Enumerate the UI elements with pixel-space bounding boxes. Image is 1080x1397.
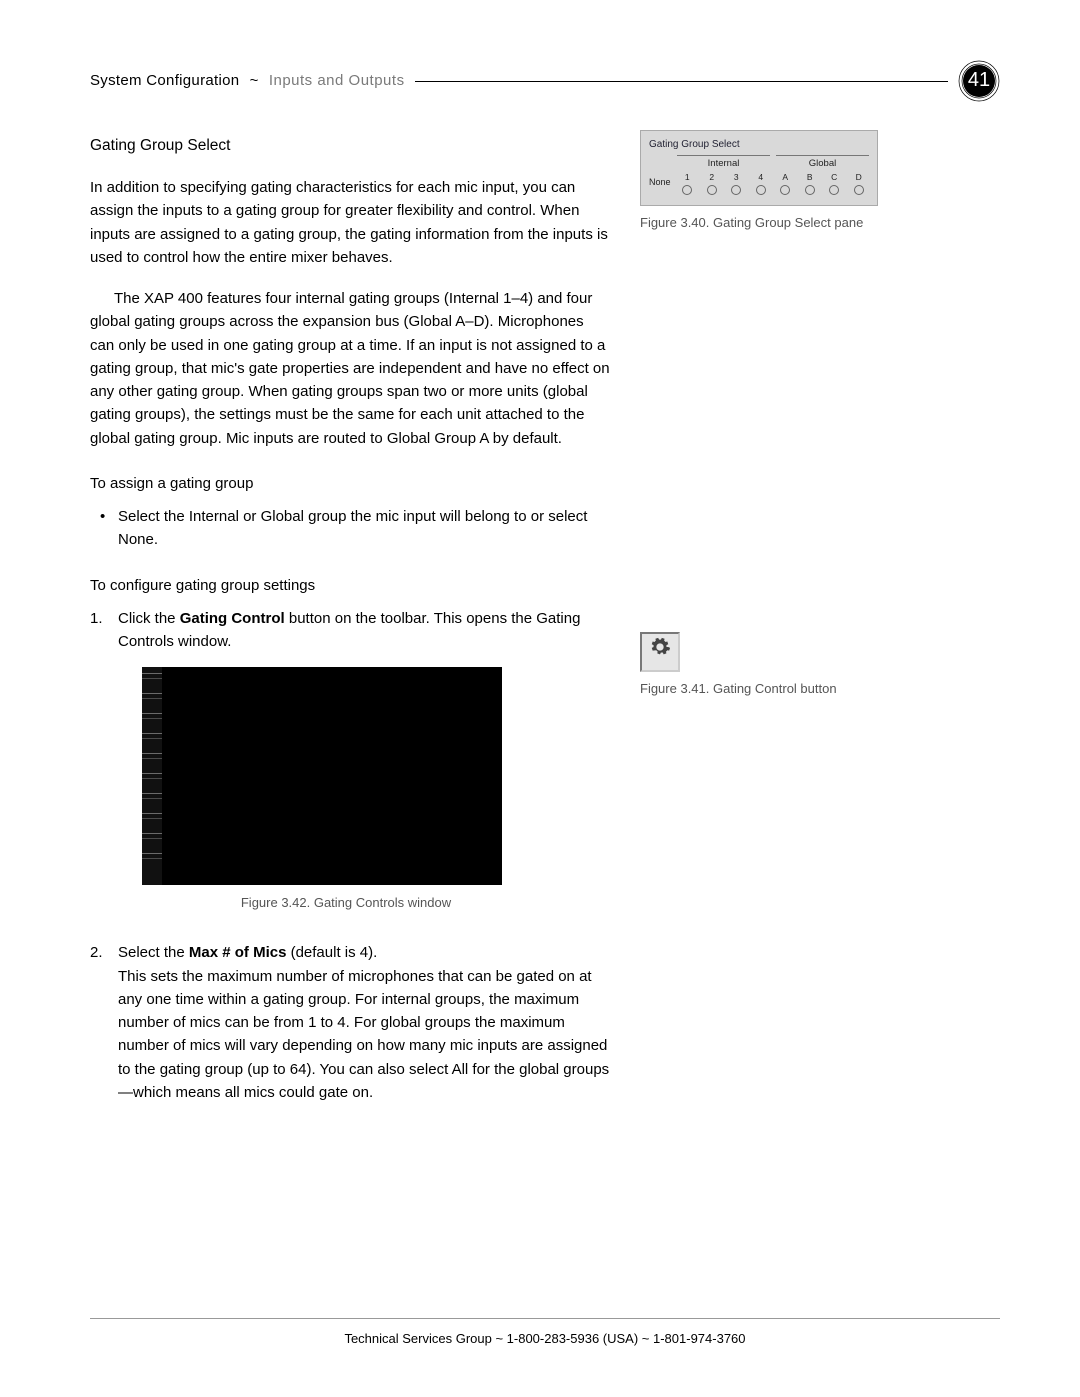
heading-assign: To assign a gating group (90, 472, 610, 495)
aside-column: Gating Group Select Internal Global None… (640, 130, 900, 1122)
paragraph-features: The XAP 400 features four internal gatin… (90, 287, 610, 450)
ggs-option-label: 2 (709, 171, 714, 184)
ggs-option[interactable]: C (824, 171, 845, 195)
page-number-badge: 41 (958, 60, 1000, 102)
ggs-option[interactable]: 1 (677, 171, 698, 195)
page-number: 41 (968, 65, 990, 96)
header-rule (415, 81, 948, 82)
heading-gating-group-select: Gating Group Select (90, 134, 610, 158)
page-footer: Technical Services Group ~ 1-800-283-593… (90, 1318, 1000, 1349)
figure-3-41: Figure 3.41. Gating Control button (640, 632, 900, 698)
gutter-tick (142, 853, 162, 859)
figure-3-40: Gating Group Select Internal Global None… (640, 130, 900, 232)
gear-icon (649, 636, 671, 668)
page: System Configuration ~ Inputs and Output… (0, 0, 1080, 1397)
ggs-header-internal: Internal (677, 155, 770, 172)
page-header: System Configuration ~ Inputs and Output… (90, 60, 1000, 102)
radio-icon (805, 185, 815, 195)
ggs-option[interactable]: D (849, 171, 870, 195)
ggs-option-label: D (856, 171, 862, 184)
breadcrumb: System Configuration ~ Inputs and Output… (90, 69, 405, 92)
figure-3-40-caption: Figure 3.40. Gating Group Select pane (640, 214, 900, 232)
ggs-option-label: C (831, 171, 837, 184)
gutter-tick (142, 693, 162, 699)
step-2-text-b: (default is 4). (286, 944, 377, 961)
gutter-tick (142, 833, 162, 839)
step-1-text-a: Click the (118, 610, 180, 627)
radio-icon (829, 185, 839, 195)
breadcrumb-sep: ~ (244, 72, 265, 89)
gutter-tick (142, 733, 162, 739)
main-column: Gating Group Select In addition to speci… (90, 130, 610, 1122)
gutter-tick (142, 673, 162, 679)
step-2-description: This sets the maximum number of micropho… (118, 965, 610, 1105)
radio-icon (756, 185, 766, 195)
aside-spacer (640, 262, 900, 632)
figure-3-42-caption: Figure 3.42. Gating Controls window (142, 893, 550, 913)
heading-configure: To configure gating group settings (90, 574, 610, 597)
ggs-option-label: B (807, 171, 813, 184)
ggs-option-label: 1 (685, 171, 690, 184)
ggs-option[interactable]: 4 (751, 171, 772, 195)
gutter-tick (142, 753, 162, 759)
ggs-option-label: 3 (734, 171, 739, 184)
breadcrumb-chapter: System Configuration (90, 72, 239, 89)
radio-icon (854, 185, 864, 195)
ggs-option[interactable]: A (775, 171, 796, 195)
gating-controls-gutter (142, 667, 162, 885)
gating-group-select-pane: Gating Group Select Internal Global None… (640, 130, 878, 206)
step-1: Click the Gating Control button on the t… (118, 607, 610, 914)
radio-icon (731, 185, 741, 195)
gutter-tick (142, 813, 162, 819)
bullet-assign-1-text: Select the Internal or Global group the … (118, 508, 587, 548)
ggs-none-label: None (649, 176, 673, 190)
footer-text: Technical Services Group ~ 1-800-283-593… (90, 1329, 1000, 1349)
gating-control-button[interactable] (640, 632, 680, 672)
breadcrumb-section: Inputs and Outputs (269, 72, 405, 89)
gutter-tick (142, 713, 162, 719)
bullet-assign-1: Select the Internal or Global group the … (118, 505, 610, 552)
ggs-option-label: 4 (758, 171, 763, 184)
step-2-bold: Max # of Mics (189, 944, 287, 961)
paragraph-intro: In addition to specifying gating charact… (90, 176, 610, 269)
radio-icon (707, 185, 717, 195)
step-2-text-a: Select the (118, 944, 189, 961)
gutter-tick (142, 773, 162, 779)
gating-controls-window (142, 667, 502, 885)
figure-gating-controls-window: Figure 3.42. Gating Controls window (142, 667, 610, 913)
footer-rule (90, 1318, 1000, 1319)
ggs-option[interactable]: 2 (702, 171, 723, 195)
step-1-bold: Gating Control (180, 610, 285, 627)
ggs-header-global: Global (776, 155, 869, 172)
gutter-tick (142, 793, 162, 799)
ggs-option[interactable]: 3 (726, 171, 747, 195)
step-2: Select the Max # of Mics (default is 4).… (118, 941, 610, 1104)
ggs-option[interactable]: B (800, 171, 821, 195)
radio-icon (682, 185, 692, 195)
ggs-pane-title: Gating Group Select (649, 137, 869, 153)
figure-3-41-caption: Figure 3.41. Gating Control button (640, 680, 900, 698)
ggs-option-label: A (782, 171, 788, 184)
radio-icon (780, 185, 790, 195)
